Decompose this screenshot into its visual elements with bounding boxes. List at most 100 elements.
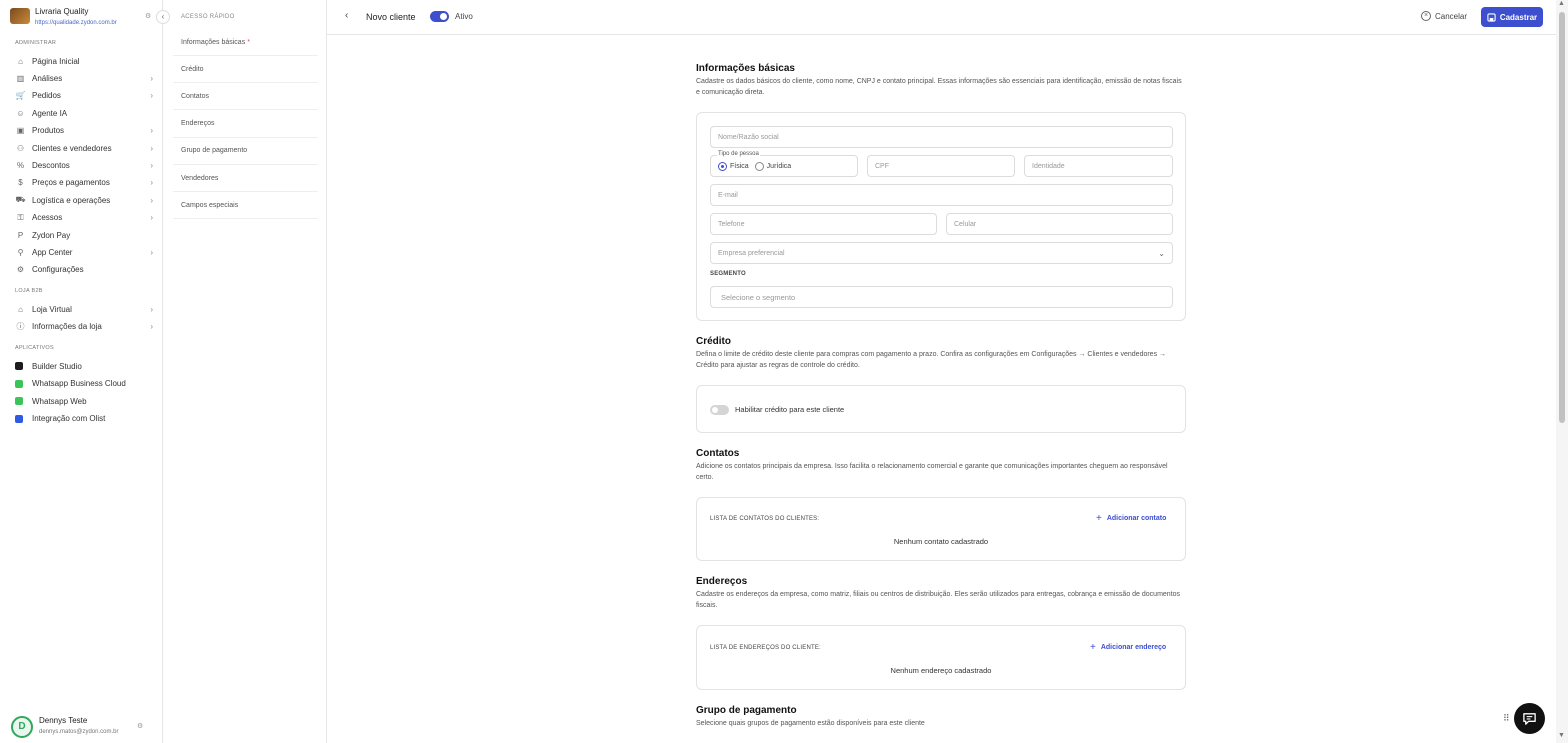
- chevron-right-icon: ›: [150, 178, 153, 188]
- sidebar-item-12[interactable]: ⚙ Configurações: [15, 263, 153, 277]
- sidebar-item-8[interactable]: ⛟ Logística e operações ›: [15, 193, 153, 207]
- robot-icon: ☺: [16, 108, 25, 118]
- identity-input[interactable]: Identidade: [1024, 155, 1173, 177]
- quick-access-item-0[interactable]: Informações básicas *: [173, 29, 318, 56]
- app-icon: [15, 397, 23, 405]
- save-button[interactable]: Cadastrar: [1481, 7, 1543, 27]
- chevron-right-icon: ›: [150, 247, 153, 257]
- chat-button[interactable]: [1514, 703, 1545, 734]
- sidebar-item-label: Página Inicial: [32, 56, 80, 66]
- add-address-button[interactable]: + Adicionar endereço: [1090, 642, 1166, 653]
- sidebar-item-10[interactable]: P Zydon Pay: [15, 228, 153, 242]
- person-type-group: Física Jurídica: [710, 155, 858, 177]
- section-b2b-title: LOJA B2B: [15, 288, 43, 294]
- top-bar: ‹ Novo cliente Ativo × Cancelar Cadastra…: [327, 0, 1556, 35]
- scroll-thumb[interactable]: [1559, 12, 1565, 423]
- sidebar-item-label: Pedidos: [32, 91, 61, 101]
- cart-icon: 🛒: [15, 91, 26, 101]
- user-settings-icon[interactable]: ⚙: [137, 722, 143, 730]
- chevron-right-icon: ›: [150, 195, 153, 205]
- name-input[interactable]: Nome/Razão social: [710, 126, 1173, 148]
- sidebar-item-1[interactable]: ⓘ Informações da loja ›: [15, 319, 154, 333]
- sidebar-item-11[interactable]: ⚲ App Center ›: [15, 245, 153, 259]
- payment-group-title: Grupo de pagamento: [696, 705, 797, 716]
- quick-access-item-4[interactable]: Grupo de pagamento: [173, 138, 318, 165]
- sidebar-item-6[interactable]: % Descontos ›: [15, 158, 153, 172]
- radio-juridica-label: Jurídica: [766, 162, 792, 170]
- active-toggle[interactable]: [430, 11, 449, 22]
- basic-info-card: Nome/Razão social Física Jurídica Tipo d…: [696, 112, 1186, 321]
- quick-access-item-3[interactable]: Endereços: [173, 111, 318, 138]
- sidebar-item-2[interactable]: 🛒 Pedidos ›: [15, 89, 153, 103]
- chevron-right-icon: ›: [150, 126, 153, 136]
- collapse-sidebar-button[interactable]: ‹: [156, 10, 170, 24]
- cancel-icon: ×: [1421, 11, 1431, 21]
- user-profile[interactable]: D Dennys Teste dennys.matos@zydon.com.br…: [11, 714, 156, 740]
- sidebar-item-label: Preços e pagamentos: [32, 178, 110, 188]
- phone-field[interactable]: Telefone: [710, 213, 937, 235]
- app-item-1[interactable]: Whatsapp Business Cloud: [15, 377, 153, 391]
- sidebar-item-7[interactable]: $ Preços e pagamentos ›: [15, 176, 153, 190]
- sidebar-item-0[interactable]: ⌂ Loja Virtual ›: [15, 302, 153, 316]
- sidebar-item-9[interactable]: ⚿ Acessos ›: [15, 211, 153, 225]
- app-item-label: Whatsapp Web: [32, 396, 87, 406]
- contacts-description: Adicione os contatos principais da empre…: [696, 463, 1168, 481]
- contacts-card: LISTA DE CONTATOS DO CLIENTES: + Adicion…: [696, 497, 1186, 561]
- email-field[interactable]: E-mail: [710, 184, 1173, 206]
- add-contact-button[interactable]: + Adicionar contato: [1096, 513, 1166, 524]
- addresses-description: Cadastre os endereços da empresa, como m…: [696, 591, 1181, 609]
- store-settings-icon[interactable]: ⚙: [145, 12, 151, 20]
- contacts-title: Contatos: [696, 448, 740, 459]
- chevron-right-icon: ›: [150, 73, 153, 83]
- sidebar-item-5[interactable]: ⚇ Clientes e vendedores ›: [15, 141, 153, 155]
- discount-icon: %: [16, 160, 25, 170]
- mobile-field[interactable]: Celular: [946, 213, 1173, 235]
- user-email: dennys.matos@zydon.com.br: [39, 729, 119, 735]
- sidebar-item-label: Configurações: [32, 265, 84, 275]
- section-apps-title: APLICATIVOS: [15, 345, 54, 351]
- app-item-2[interactable]: Whatsapp Web: [15, 394, 153, 408]
- scroll-up-icon[interactable]: ▲: [1558, 0, 1565, 7]
- chart-icon: ▥: [16, 73, 25, 83]
- sidebar-item-label: Produtos: [32, 126, 65, 136]
- cancel-button[interactable]: × Cancelar: [1421, 11, 1467, 21]
- add-contact-label: Adicionar contato: [1106, 515, 1167, 522]
- store-url[interactable]: https://qualidade.zydon.com.br: [35, 20, 117, 26]
- drag-handle-icon[interactable]: ⠿: [1503, 713, 1510, 724]
- back-arrow-icon[interactable]: ‹: [345, 10, 348, 21]
- page-scrollbar[interactable]: ▲ ▼: [1556, 0, 1568, 743]
- credit-toggle[interactable]: [710, 405, 729, 415]
- sidebar-item-3[interactable]: ☺ Agente IA: [15, 106, 153, 120]
- sidebar-item-4[interactable]: ▣ Produtos ›: [15, 124, 153, 138]
- radio-juridica[interactable]: Jurídica: [754, 161, 792, 171]
- quick-access-item-6[interactable]: Campos especiais: [173, 192, 318, 220]
- cpf-input[interactable]: CPF: [867, 155, 1015, 177]
- contacts-list-label: LISTA DE CONTATOS DO CLIENTES:: [710, 516, 820, 522]
- preferred-company-select[interactable]: Empresa preferencial ⌄: [710, 242, 1173, 264]
- quick-access-label: Contatos: [181, 92, 210, 100]
- store-switcher[interactable]: Livraria Quality https://qualidade.zydon…: [10, 6, 160, 30]
- avatar: D: [11, 716, 33, 738]
- quick-access-item-1[interactable]: Crédito: [173, 56, 318, 84]
- sidebar-item-1[interactable]: ▥ Análises ›: [15, 71, 153, 85]
- segment-select[interactable]: Selecione o segmento: [710, 286, 1173, 308]
- chevron-right-icon: ›: [150, 160, 153, 170]
- sidebar-item-0[interactable]: ⌂ Página Inicial: [15, 54, 153, 68]
- credit-description: Defina o limite de crédito deste cliente…: [696, 351, 1167, 369]
- chevron-down-icon: ⌄: [1158, 249, 1165, 258]
- sidebar-item-label: Clientes e vendedores: [32, 143, 112, 153]
- chevron-right-icon: ›: [150, 91, 153, 101]
- plus-icon: +: [1096, 513, 1102, 524]
- app-item-0[interactable]: Builder Studio: [15, 359, 153, 373]
- add-address-label: Adicionar endereço: [1100, 644, 1167, 651]
- quick-access-item-2[interactable]: Contatos: [173, 83, 318, 111]
- sidebar-item-label: Descontos: [32, 160, 70, 170]
- quick-access-item-5[interactable]: Vendedores: [173, 165, 318, 192]
- radio-fisica[interactable]: Física: [718, 161, 749, 171]
- truck-icon: ⛟: [15, 195, 26, 205]
- sidebar-item-label: App Center: [32, 247, 73, 257]
- app-item-label: Integração com Olist: [32, 414, 106, 423]
- store-icon: ⌂: [18, 304, 23, 314]
- scroll-down-icon[interactable]: ▼: [1558, 732, 1565, 739]
- app-item-3[interactable]: Integração com Olist: [15, 412, 153, 426]
